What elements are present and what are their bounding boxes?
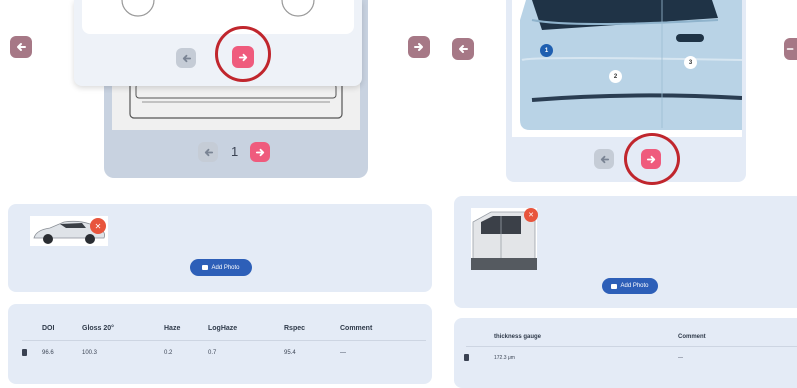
trash-icon[interactable] <box>464 354 469 361</box>
arrow-right-icon <box>786 48 794 50</box>
prev-slide-button[interactable] <box>452 38 474 60</box>
arrow-left-icon <box>600 155 609 163</box>
next-slide-button[interactable] <box>408 36 430 58</box>
close-icon: ✕ <box>528 212 534 219</box>
col-thickness: thickness gauge <box>494 334 542 340</box>
measure-point-1[interactable]: 1 <box>540 44 553 57</box>
inner-next-button[interactable] <box>250 142 270 162</box>
highlight-ring <box>215 26 271 82</box>
col-comment: Comment <box>340 325 373 332</box>
cell-doi: 96.6 <box>42 350 54 356</box>
camera-icon <box>202 265 209 270</box>
modal-prev-button[interactable] <box>176 48 196 68</box>
add-photo-button[interactable]: Add Photo <box>190 259 252 276</box>
cell-haze: 0.2 <box>164 350 173 356</box>
col-doi: DOI <box>42 325 55 332</box>
col-loghaze: LogHaze <box>208 325 238 332</box>
wheel-outlines <box>121 0 315 17</box>
col-rspec: Rspec <box>284 325 306 332</box>
trash-icon[interactable] <box>22 349 27 356</box>
arrow-right-icon <box>414 43 423 51</box>
cell-loghaze: 0.7 <box>208 350 217 356</box>
inner-prev-button[interactable] <box>198 142 218 162</box>
add-photo-label: Add Photo <box>620 283 649 289</box>
cell-rspec: 95.4 <box>284 350 296 356</box>
remove-photo-button[interactable]: ✕ <box>524 208 538 222</box>
close-icon: ✕ <box>94 221 102 231</box>
cell-thickness: 172.3 μm <box>494 355 515 361</box>
gallery-image-area <box>82 0 354 34</box>
cell-comment: — <box>340 350 346 356</box>
cell-gloss: 100.3 <box>82 350 98 356</box>
car-door-image[interactable] <box>512 0 742 137</box>
col-gloss: Gloss 20° <box>82 325 114 332</box>
arrow-right-icon <box>255 148 264 156</box>
thickness-table-panel <box>454 318 797 388</box>
prev-slide-button[interactable] <box>10 36 32 58</box>
next-slide-button[interactable] <box>784 38 797 60</box>
arrow-left-icon <box>459 45 468 53</box>
page-number: 1 <box>231 144 239 159</box>
arrow-left-icon <box>17 43 26 51</box>
add-photo-button[interactable]: Add Photo <box>602 278 658 294</box>
camera-icon <box>611 283 618 289</box>
remove-photo-button[interactable]: ✕ <box>90 218 106 234</box>
table-divider <box>466 346 797 347</box>
measure-point-2[interactable]: 2 <box>609 70 622 83</box>
highlight-ring <box>624 133 680 185</box>
add-photo-label: Add Photo <box>211 264 240 271</box>
col-haze: Haze <box>164 325 181 332</box>
cell-comment: — <box>678 355 683 361</box>
arrow-left-icon <box>204 148 213 156</box>
gallery-prev-button[interactable] <box>594 149 614 169</box>
measure-point-3[interactable]: 3 <box>684 56 697 69</box>
col-comment: Comment <box>678 334 706 340</box>
measurement-table-panel <box>8 304 432 384</box>
table-divider <box>22 340 426 341</box>
arrow-left-icon <box>182 54 191 62</box>
